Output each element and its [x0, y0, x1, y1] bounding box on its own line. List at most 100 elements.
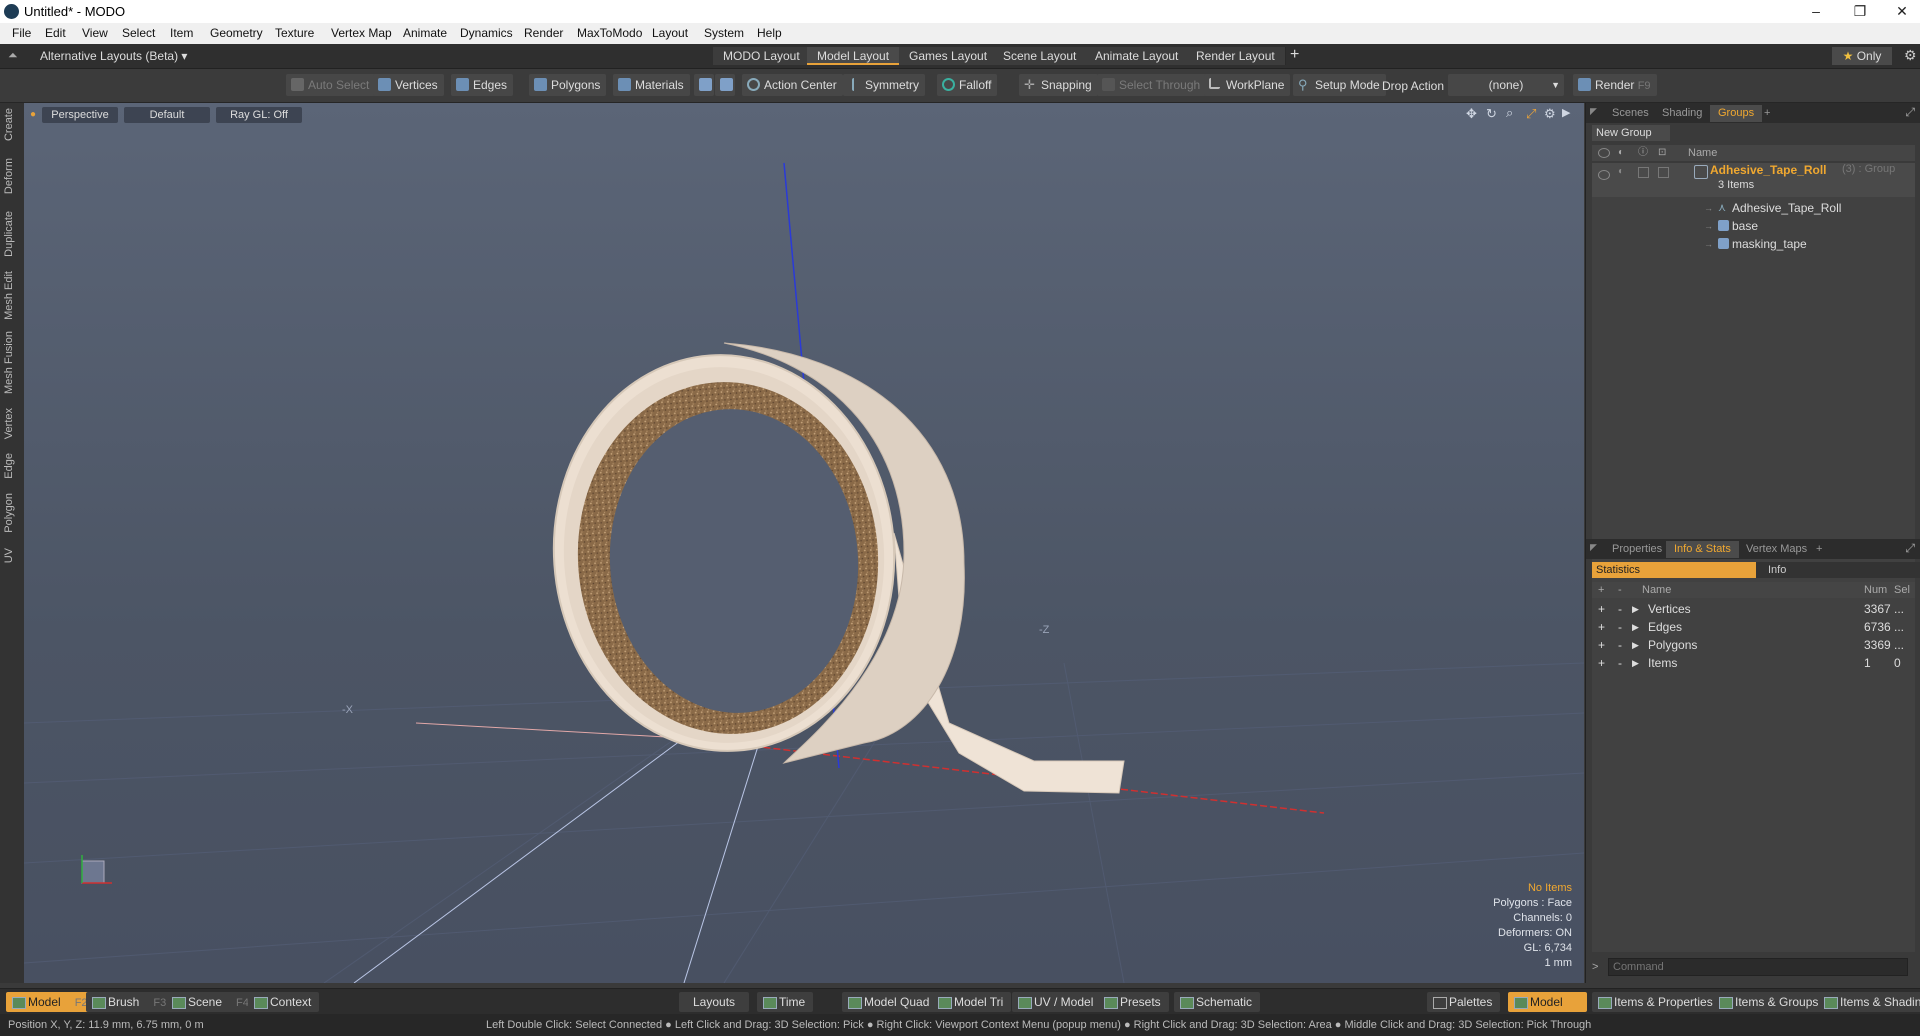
items-properties-button[interactable]: Items & Properties	[1592, 992, 1721, 1012]
list-item[interactable]: → base	[1598, 217, 1920, 235]
tab-properties[interactable]: Properties	[1604, 541, 1670, 558]
menu-view[interactable]: View	[82, 26, 108, 40]
tab-duplicate[interactable]: Duplicate	[3, 211, 21, 257]
collapse-icon[interactable]: ⏶	[8, 48, 18, 63]
drop-action-select[interactable]: (none) ▼	[1448, 74, 1564, 96]
tab-polygon[interactable]: Polygon	[3, 493, 21, 533]
add-layout-button[interactable]: +	[1290, 46, 1299, 64]
tab-scenes[interactable]: Scenes	[1604, 105, 1657, 122]
command-input[interactable]	[1608, 958, 1908, 976]
tab-info-stats[interactable]: Info & Stats	[1666, 541, 1739, 558]
restore-button[interactable]: ❐	[1838, 0, 1882, 23]
symmetry-button[interactable]: Symmetry	[843, 74, 925, 96]
time-button[interactable]: Time	[757, 992, 814, 1012]
tab-mesh-fusion[interactable]: Mesh Fusion	[3, 331, 21, 394]
tab-info[interactable]: Info	[1756, 562, 1920, 578]
tab-edge[interactable]: Edge	[3, 453, 21, 479]
panel-menu-icon[interactable]: ◤	[1590, 106, 1597, 117]
select-mode-1-button[interactable]	[694, 74, 714, 96]
menu-system[interactable]: System	[704, 26, 744, 40]
materials-button[interactable]: Materials	[613, 74, 690, 96]
tab-modo-layout[interactable]: MODO Layout	[713, 47, 811, 65]
menu-select[interactable]: Select	[122, 26, 155, 40]
adhesive-tape-roll-model[interactable]	[541, 342, 1125, 794]
falloff-button[interactable]: Falloff	[937, 74, 998, 96]
menu-vertex-map[interactable]: Vertex Map	[331, 26, 392, 40]
select-toggle[interactable]	[1658, 167, 1669, 178]
rotate-view-icon[interactable]: ↻	[1486, 106, 1497, 122]
lock-toggle[interactable]	[1638, 167, 1649, 178]
collapse-all-header[interactable]: -	[1618, 582, 1622, 598]
viewport-settings-icon[interactable]: ⚙	[1544, 106, 1556, 122]
table-row[interactable]: + - ▶ Edges 6736 ...	[1592, 618, 1915, 636]
context-button[interactable]: Context	[248, 992, 320, 1012]
maximize-panel-icon[interactable]: ⤢	[1905, 105, 1915, 120]
model-mode-button[interactable]: Model F2	[6, 992, 96, 1012]
tab-deform[interactable]: Deform	[3, 158, 21, 194]
tab-vertex-maps[interactable]: Vertex Maps	[1738, 541, 1815, 558]
fit-view-icon[interactable]: ⤢	[1526, 106, 1536, 122]
action-center-button[interactable]: Action Center	[742, 74, 843, 96]
layouts-button[interactable]: Layouts	[679, 992, 750, 1012]
table-row[interactable]: + - ▶ Vertices 3367 ...	[1592, 600, 1915, 618]
move-view-icon[interactable]: ✥	[1466, 106, 1477, 122]
list-item[interactable]: → masking_tape	[1598, 235, 1920, 253]
tab-games-layout[interactable]: Games Layout	[899, 47, 999, 65]
model-tri-button[interactable]: Model Tri	[932, 992, 1012, 1012]
items-shading-button[interactable]: Items & Shading	[1818, 992, 1920, 1012]
render-button[interactable]: Render F9	[1573, 74, 1657, 96]
group-name[interactable]: Adhesive_Tape_Roll	[1710, 163, 1826, 177]
viewport-menu-icon[interactable]: ●	[30, 109, 36, 120]
tab-groups[interactable]: Groups	[1710, 105, 1763, 122]
gear-icon[interactable]: ⚙	[1904, 47, 1917, 64]
tab-scene-layout[interactable]: Scene Layout	[993, 47, 1088, 65]
uv-model-button[interactable]: UV / Model	[1012, 992, 1102, 1012]
menu-animate[interactable]: Animate	[403, 26, 447, 40]
brush-mode-button[interactable]: Brush F3	[86, 992, 175, 1012]
workplane-button[interactable]: WorkPlane	[1204, 74, 1291, 96]
tab-uv[interactable]: UV	[3, 548, 21, 563]
zoom-view-icon[interactable]: ⌕	[1506, 105, 1513, 121]
3d-viewport[interactable]: -X -Z ● Perspective Default Ray GL: Off …	[24, 103, 1584, 983]
group-row[interactable]: ◐ Adhesive_Tape_Roll (3) : Group 3 Items	[1592, 163, 1915, 197]
polygons-button[interactable]: Polygons	[529, 74, 607, 96]
tab-create[interactable]: Create	[3, 108, 21, 141]
schematic-button[interactable]: Schematic	[1174, 992, 1261, 1012]
tab-vertex[interactable]: Vertex	[3, 408, 21, 439]
menu-file[interactable]: File	[12, 26, 31, 40]
list-item[interactable]: → ⋏ Adhesive_Tape_Roll	[1598, 199, 1920, 217]
tab-render-layout[interactable]: Render Layout	[1186, 47, 1286, 65]
panel-menu-icon[interactable]: ◤	[1590, 542, 1597, 553]
menu-geometry[interactable]: Geometry	[210, 26, 263, 40]
expand-arrow-icon[interactable]: ▶	[1562, 106, 1570, 119]
tab-model-layout[interactable]: Model Layout	[807, 47, 901, 65]
model-quad-button[interactable]: Model Quad	[842, 992, 938, 1012]
tab-mesh-edit[interactable]: Mesh Edit	[3, 271, 21, 320]
render-toggle-icon[interactable]: ◐	[1618, 166, 1624, 177]
close-button[interactable]: ✕	[1880, 0, 1920, 23]
items-groups-button[interactable]: Items & Groups	[1713, 992, 1827, 1012]
auto-select-button[interactable]: Auto Select	[286, 74, 376, 96]
edges-button[interactable]: Edges	[451, 74, 514, 96]
expand-all-header[interactable]: +	[1598, 582, 1604, 598]
select-mode-2-button[interactable]	[715, 74, 735, 96]
palettes-button[interactable]: Palettes	[1427, 992, 1501, 1012]
raygl-button[interactable]: Ray GL: Off	[216, 107, 302, 123]
tab-statistics[interactable]: Statistics	[1592, 562, 1756, 578]
maximize-panel-icon[interactable]: ⤢	[1905, 541, 1915, 556]
menu-layout[interactable]: Layout	[652, 26, 688, 40]
menu-render[interactable]: Render	[524, 26, 563, 40]
setup-mode-button[interactable]: ⚲ Setup Mode	[1293, 74, 1386, 96]
menu-texture[interactable]: Texture	[275, 26, 314, 40]
scene-mode-button[interactable]: Scene F4	[166, 992, 257, 1012]
snapping-button[interactable]: ✛ Snapping	[1019, 74, 1098, 96]
menu-help[interactable]: Help	[757, 26, 782, 40]
new-group-button[interactable]: New Group	[1592, 125, 1670, 141]
alternative-layouts-dropdown[interactable]: Alternative Layouts (Beta) ▾	[40, 49, 187, 63]
shading-default-button[interactable]: Default	[124, 107, 210, 123]
tab-shading[interactable]: Shading	[1654, 105, 1710, 122]
menu-item[interactable]: Item	[170, 26, 193, 40]
minimize-button[interactable]: –	[1794, 0, 1838, 23]
perspective-button[interactable]: Perspective	[42, 107, 118, 123]
table-row[interactable]: + - ▶ Items 1 0	[1592, 654, 1915, 672]
